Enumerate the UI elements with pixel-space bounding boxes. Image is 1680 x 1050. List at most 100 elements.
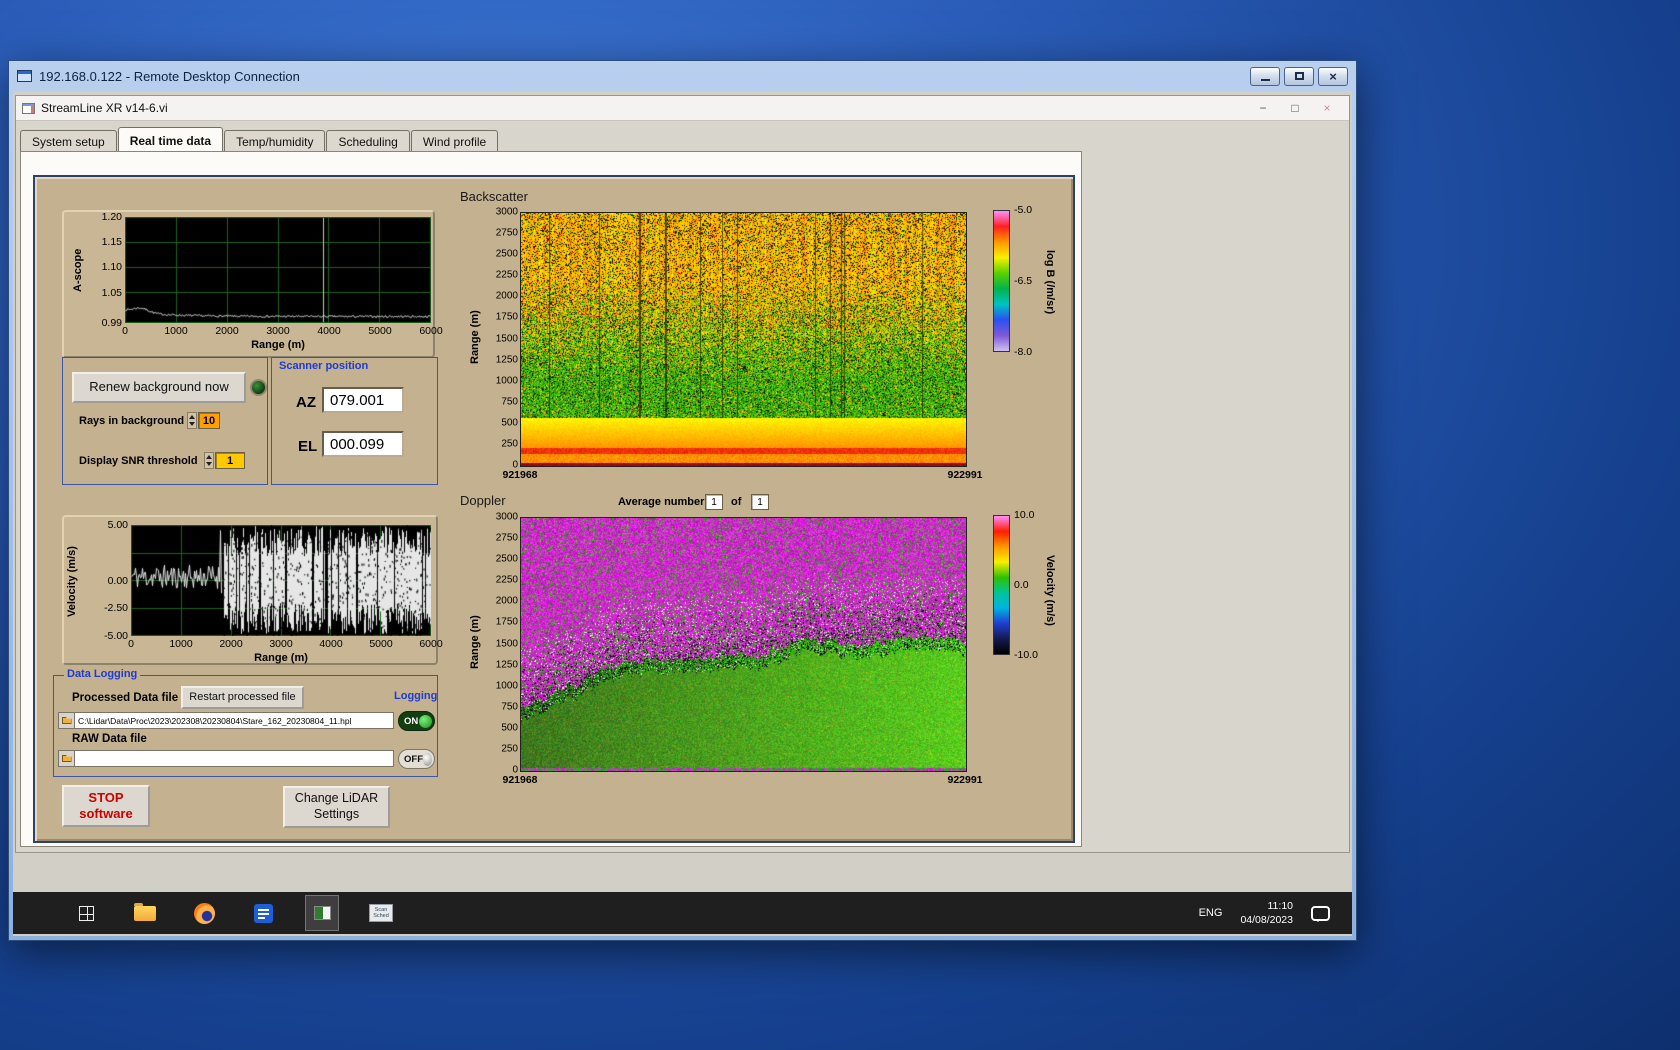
restart-processed-file-button[interactable]: Restart processed file	[181, 686, 304, 709]
tick-label: -8.0	[1014, 346, 1033, 358]
az-label: AZ	[296, 394, 316, 411]
azimuth-field[interactable]: 079.001	[322, 387, 404, 413]
tab-wind-profile[interactable]: Wind profile	[410, 130, 499, 151]
browse-folder-icon[interactable]	[58, 750, 75, 767]
app-minimize-button[interactable]: −	[1247, 97, 1279, 120]
tick-label: 2250	[495, 269, 518, 281]
change-lidar-settings-button[interactable]: Change LiDAR Settings	[283, 786, 390, 828]
clock[interactable]: 11:10 04/08/2023	[1240, 899, 1293, 927]
start-button[interactable]	[69, 895, 103, 931]
snr-spinner[interactable]	[204, 452, 214, 469]
tick-label: 2500	[495, 553, 518, 565]
backscatter-x-ticks: 921968 922991	[502, 469, 982, 481]
velocity-y-axis-label: Velocity (m/s)	[66, 546, 78, 618]
tick-label: 1000	[169, 638, 193, 650]
data-logging-group: Data Logging Processed Data file Restart…	[53, 668, 438, 777]
doppler-x-ticks: 921968 922991	[502, 774, 982, 786]
app-close-button[interactable]: ×	[1311, 97, 1343, 120]
tab-real-time-data[interactable]: Real time data	[117, 127, 224, 151]
tick-label: 2000	[215, 325, 239, 337]
tick-label: 1000	[164, 325, 188, 337]
raw-path-control	[58, 750, 394, 767]
data-logging-title: Data Logging	[64, 668, 141, 680]
tick-label: 5000	[369, 638, 393, 650]
remote-desktop-session: StreamLine XR v14-6.vi − □ × System setu…	[13, 91, 1352, 936]
tab-temp-humidity[interactable]: Temp/humidity	[224, 130, 326, 151]
velocity-graph: Velocity (m/s) 5.00 0.00 -2.50 -5.00 0 1000 2…	[62, 515, 443, 665]
rays-spinner[interactable]	[187, 412, 197, 429]
processed-path-field[interactable]: C:\Lidar\Data\Proc\2023\202308\20230804\…	[75, 712, 394, 729]
rdp-window-title: 192.168.0.122 - Remote Desktop Connectio…	[39, 68, 300, 84]
tick-label: 1.05	[101, 286, 122, 299]
file-explorer-button[interactable]	[128, 895, 162, 931]
increment-icon[interactable]	[206, 455, 212, 459]
backscatter-y-ticks: 3000 2750 2500 2250 2000 1750 1500 1250 1000 750 5…	[485, 207, 518, 471]
ascope-graph: A-scope 1.20 1.15 1.10 1.05 0.99 0 1000 2000 30…	[62, 210, 443, 358]
decrement-icon[interactable]	[206, 462, 212, 466]
processed-path-control: C:\Lidar\Data\Proc\2023\202308\20230804\…	[58, 712, 394, 729]
tick-label: 2000	[495, 290, 518, 302]
tick-label: 0	[128, 638, 134, 650]
rdp-titlebar[interactable]: 192.168.0.122 - Remote Desktop Connectio…	[9, 61, 1356, 91]
tab-scheduling[interactable]: Scheduling	[326, 130, 410, 151]
tick-label: 1.10	[101, 261, 122, 274]
document-app-icon	[253, 903, 273, 923]
tick-label: 4000	[319, 638, 343, 650]
velocity-x-axis-label: Range (m)	[254, 652, 308, 664]
snr-threshold-field[interactable]: 1	[215, 452, 245, 469]
real-time-data-page: A-scope 1.20 1.15 1.10 1.05 0.99 0 1000 2000 30…	[20, 151, 1082, 847]
doppler-colorbar-label: Velocity (m/s)	[1044, 554, 1056, 626]
doppler-colorbar	[993, 515, 1010, 655]
background-led	[250, 379, 267, 396]
velocity-y-ticks: 5.00 0.00 -2.50 -5.00	[86, 519, 128, 642]
tick-label: 3000	[266, 325, 290, 337]
rdp-window: 192.168.0.122 - Remote Desktop Connectio…	[8, 60, 1357, 941]
processed-logging-switch[interactable]: ON	[398, 711, 435, 731]
stop-software-button[interactable]: STOP software	[62, 785, 150, 827]
raw-logging-switch[interactable]: OFF	[398, 749, 435, 769]
close-icon: ×	[1329, 68, 1337, 84]
app-maximize-button[interactable]: □	[1279, 97, 1311, 120]
ascope-x-axis-label: Range (m)	[251, 339, 305, 351]
doppler-colorbar-ticks: 10.0 0.0 -10.0	[1014, 509, 1048, 661]
notification-icon[interactable]	[1311, 905, 1330, 922]
raw-path-field[interactable]	[75, 750, 394, 767]
streamline-taskbar-button[interactable]	[305, 895, 339, 931]
tick-label: 1250	[495, 354, 518, 366]
elevation-field[interactable]: 000.099	[322, 431, 404, 457]
decrement-icon[interactable]	[189, 422, 195, 426]
blue-app-button[interactable]	[246, 895, 280, 931]
tick-label: 2500	[495, 248, 518, 260]
tick-label: -10.0	[1014, 649, 1038, 661]
tick-label: -5.00	[104, 630, 128, 642]
scan-scheduler-button[interactable]: Scan Sched	[364, 895, 398, 931]
tick-label: 2000	[495, 595, 518, 607]
average-number-field[interactable]: 1	[705, 494, 723, 510]
rdp-minimize-button[interactable]	[1250, 66, 1280, 86]
average-total-field[interactable]: 1	[751, 494, 769, 510]
tick-label: -2.50	[104, 602, 128, 615]
firefox-button[interactable]	[187, 895, 221, 931]
doppler-title: Doppler	[460, 493, 506, 508]
tick-label: 1000	[495, 375, 518, 387]
doppler-y-axis-label: Range (m)	[469, 615, 481, 669]
tick-label: 0.0	[1014, 579, 1029, 591]
tick-label: 3000	[269, 638, 293, 650]
increment-icon[interactable]	[189, 415, 195, 419]
rays-in-background-field[interactable]: 10	[198, 412, 220, 429]
switch-knob-icon	[423, 752, 432, 766]
app-titlebar[interactable]: StreamLine XR v14-6.vi − □ ×	[16, 96, 1349, 121]
scanner-position-group: Scanner position AZ 079.001 EL 000.099	[271, 357, 438, 485]
renew-background-button[interactable]: Renew background now	[72, 372, 246, 403]
tick-label: 2250	[495, 574, 518, 586]
rdp-close-button[interactable]: ×	[1318, 66, 1348, 86]
browse-folder-icon[interactable]	[58, 712, 75, 729]
language-indicator[interactable]: ENG	[1199, 907, 1223, 919]
raw-data-file-label: RAW Data file	[72, 733, 147, 745]
ascope-x-ticks: 0 1000 2000 3000 4000 5000 6000	[122, 325, 443, 337]
tab-system-setup[interactable]: System setup	[20, 130, 117, 151]
tick-label: 922991	[947, 774, 983, 786]
tick-label: 1.20	[101, 211, 122, 223]
backscatter-y-axis-label: Range (m)	[469, 310, 481, 364]
rdp-maximize-button[interactable]	[1284, 66, 1314, 86]
